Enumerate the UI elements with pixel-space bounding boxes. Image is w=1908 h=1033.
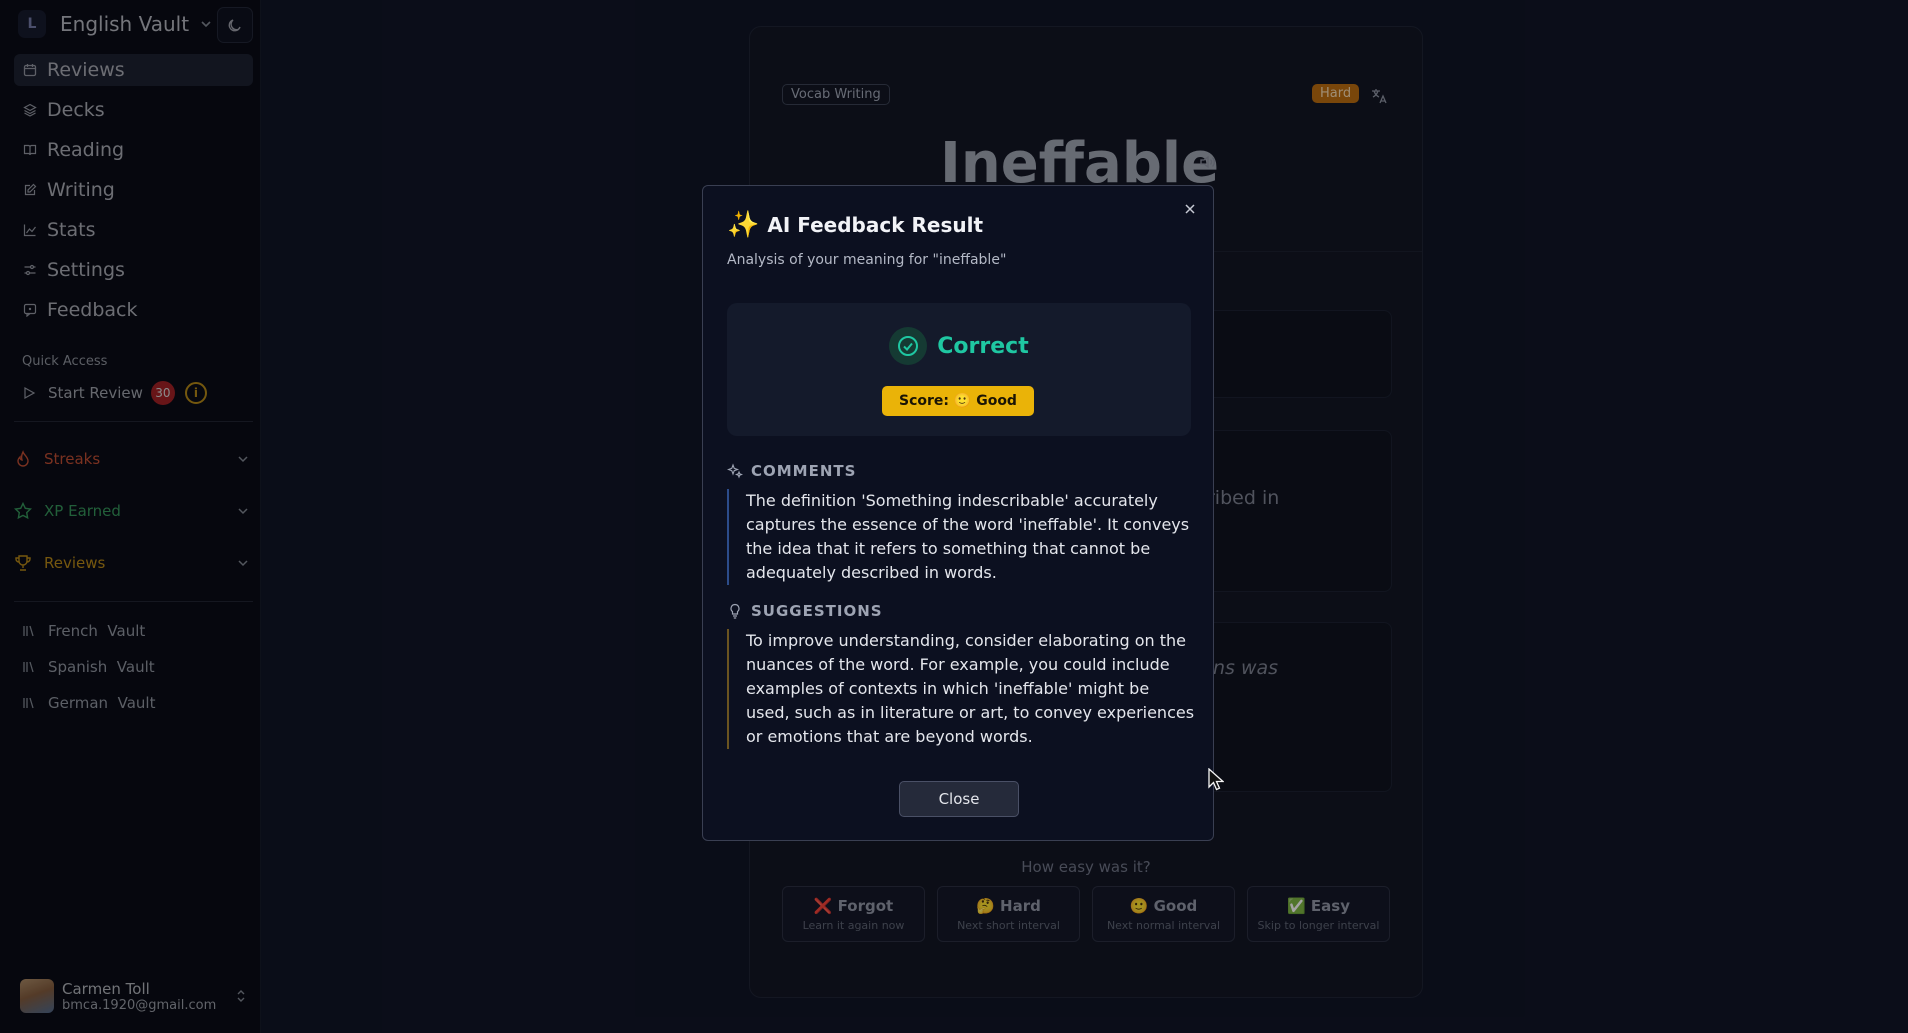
dialog-subtitle: Analysis of your meaning for "ineffable" bbox=[727, 252, 1007, 268]
close-button[interactable]: Close bbox=[899, 781, 1019, 817]
ai-feedback-dialog: ✨ AI Feedback Result Analysis of your me… bbox=[702, 185, 1214, 841]
sparkles-icon: ✨ bbox=[727, 210, 760, 240]
close-icon[interactable] bbox=[1183, 202, 1197, 216]
dialog-title-text: AI Feedback Result bbox=[767, 213, 984, 237]
comments-heading: COMMENTS bbox=[727, 462, 856, 480]
suggestions-heading: SUGGESTIONS bbox=[727, 602, 883, 620]
mouse-cursor-icon bbox=[1208, 768, 1224, 791]
verdict-label: Correct bbox=[937, 333, 1029, 359]
suggestions-heading-text: SUGGESTIONS bbox=[751, 602, 883, 620]
comments-heading-text: COMMENTS bbox=[751, 462, 857, 480]
result-summary: Correct Score: 🙂 Good bbox=[727, 303, 1191, 436]
suggestions-body: To improve understanding, consider elabo… bbox=[727, 629, 1197, 749]
comments-body: The definition 'Something indescribable'… bbox=[727, 489, 1197, 585]
lightbulb-icon bbox=[730, 603, 740, 619]
sparkle-icon bbox=[727, 463, 743, 479]
check-circle-icon bbox=[889, 327, 928, 365]
dialog-title: ✨ AI Feedback Result bbox=[727, 212, 983, 238]
score-badge: Score: 🙂 Good bbox=[882, 386, 1034, 416]
